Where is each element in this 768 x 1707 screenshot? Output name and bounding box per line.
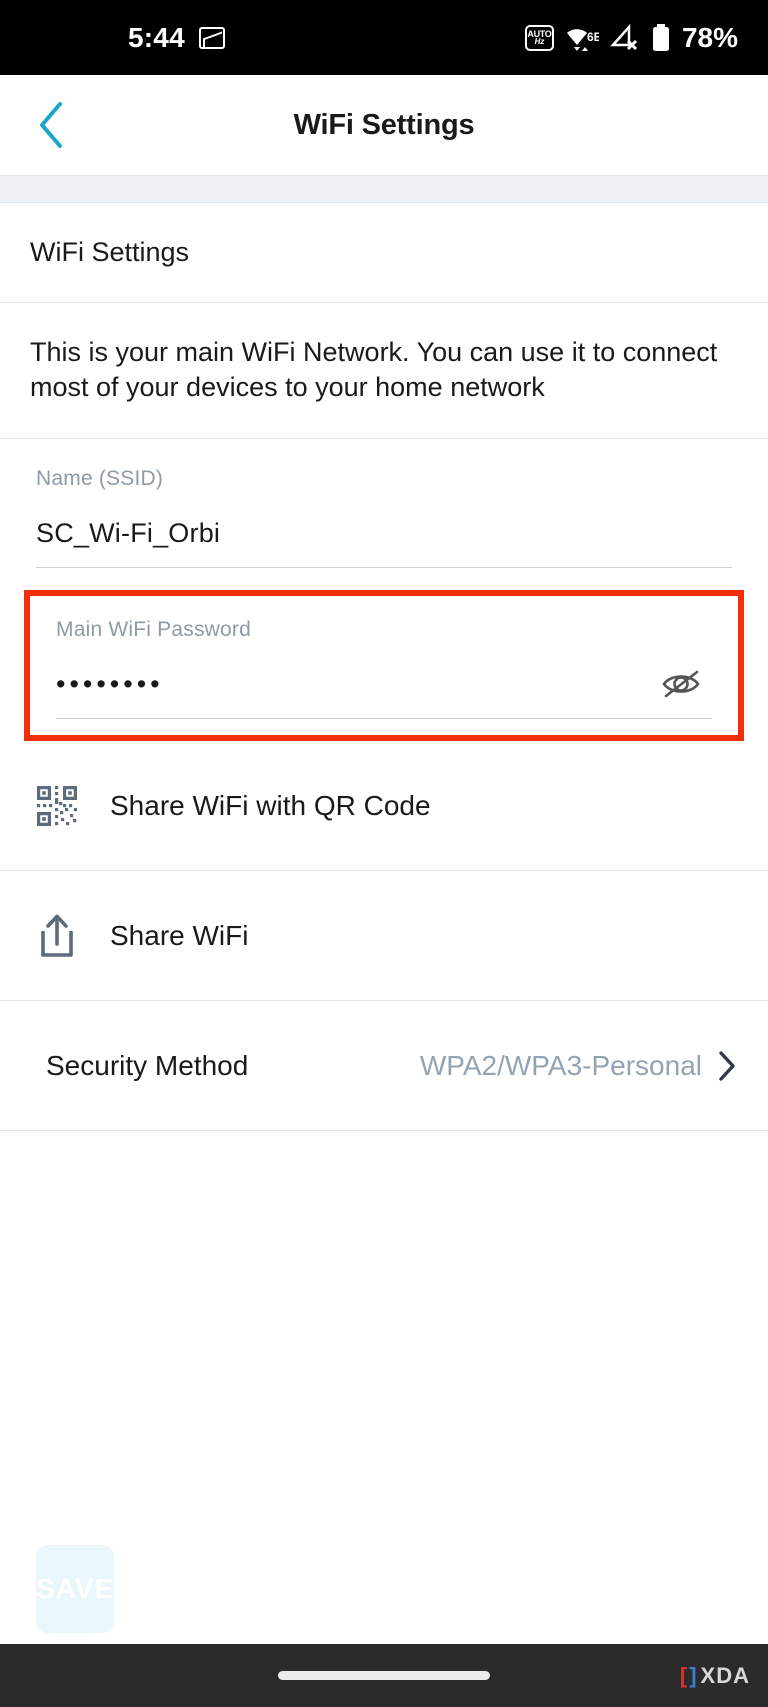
xda-watermark: [] XDA (680, 1663, 750, 1689)
xda-bracket-right: ] (689, 1662, 698, 1688)
wifi-6e-icon: 6E (566, 28, 599, 51)
password-input[interactable]: •••••••• (56, 669, 164, 700)
password-value-row[interactable]: •••••••• (56, 656, 712, 712)
share-icon (30, 912, 84, 960)
system-navigation-bar: [] XDA (0, 1644, 768, 1707)
save-button-label: SAVE (36, 1573, 115, 1604)
status-clock: 5:44 (128, 21, 185, 53)
page-title: WiFi Settings (293, 108, 475, 141)
battery-icon (652, 23, 669, 51)
chevron-left-icon (40, 102, 62, 148)
password-label: Main WiFi Password (56, 618, 251, 642)
xda-bracket-left: [ (679, 1662, 689, 1688)
ssid-field-group[interactable]: Name (SSID) SC_Wi-Fi_Orbi (0, 439, 768, 569)
save-area: SAVE (0, 1545, 768, 1633)
ssid-label: Name (SSID) (36, 467, 164, 491)
chevron-right-icon (719, 1050, 735, 1081)
back-button[interactable] (28, 99, 74, 151)
section-header-label: WiFi Settings (30, 237, 190, 267)
security-method-value: WPA2/WPA3-Personal (419, 1049, 702, 1081)
password-highlight-box: Main WiFi Password •••••••• (24, 590, 744, 742)
password-field-container: Main WiFi Password •••••••• (0, 590, 768, 742)
home-indicator[interactable] (278, 1671, 490, 1680)
share-wifi-qr-label: Share WiFi with QR Code (110, 789, 431, 821)
status-bar-left: 5:44 (128, 0, 225, 75)
auto-hz-icon: AUTO Hz (524, 24, 554, 51)
no-sim-icon (610, 23, 638, 50)
status-bar: 5:44 AUTO Hz 6E 78% (0, 0, 768, 75)
section-header: WiFi Settings (0, 203, 768, 303)
share-wifi-row[interactable]: Share WiFi (0, 871, 768, 1002)
qr-code-icon (30, 784, 84, 828)
wifi-6e-label: 6E (587, 30, 599, 44)
section-description-text: This is your main WiFi Network. You can … (30, 337, 718, 402)
battery-percent: 78% (681, 21, 738, 53)
password-underline (56, 718, 712, 720)
toggle-password-visibility-button[interactable] (656, 662, 712, 706)
share-wifi-qr-row[interactable]: Share WiFi with QR Code (0, 741, 768, 872)
ssid-value-row[interactable]: SC_Wi-Fi_Orbi (36, 505, 732, 561)
security-method-label: Security Method (46, 1049, 249, 1081)
ssid-underline (36, 567, 732, 569)
ssid-input[interactable]: SC_Wi-Fi_Orbi (36, 518, 220, 549)
security-method-value-group[interactable]: WPA2/WPA3-Personal (420, 1049, 738, 1083)
status-bar-right: AUTO Hz 6E 78% (524, 0, 738, 75)
section-description: This is your main WiFi Network. You can … (0, 303, 768, 440)
security-method-row[interactable]: Security Method WPA2/WPA3-Personal (0, 1001, 768, 1132)
share-wifi-label: Share WiFi (110, 919, 249, 951)
password-field-group[interactable]: Main WiFi Password •••••••• (30, 596, 738, 735)
save-button[interactable]: SAVE (36, 1545, 115, 1633)
screenshot-icon (198, 26, 225, 49)
app-bar: WiFi Settings (0, 75, 768, 175)
section-divider-band (0, 175, 768, 203)
xda-text: XDA (700, 1662, 750, 1688)
eye-off-icon (662, 670, 700, 698)
